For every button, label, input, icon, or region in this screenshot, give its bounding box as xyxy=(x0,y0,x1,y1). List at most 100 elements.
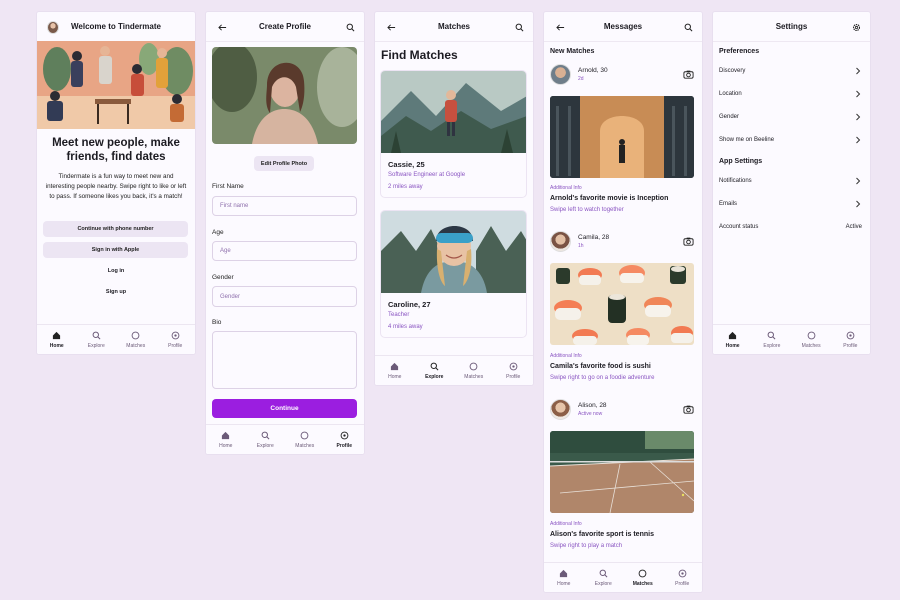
back-arrow-icon[interactable] xyxy=(554,21,566,33)
nav-matches[interactable]: Matches xyxy=(121,331,151,349)
camera-icon[interactable] xyxy=(683,404,694,415)
nav-profile[interactable]: Profile xyxy=(160,331,190,349)
bottom-nav: Home Explore Matches Profile xyxy=(375,355,533,385)
match-distance: 2 miles away xyxy=(388,184,423,190)
account-status-value: Active xyxy=(845,224,862,230)
gear-icon[interactable] xyxy=(850,21,862,33)
nav-explore[interactable]: Explore xyxy=(81,331,111,349)
camera-icon[interactable] xyxy=(683,236,694,247)
match-card[interactable]: Cassie, 25 Software Engineer at Google 2… xyxy=(380,70,527,198)
nav-home[interactable]: Home xyxy=(380,362,410,380)
avatar xyxy=(550,399,571,420)
search-icon[interactable] xyxy=(344,21,356,33)
gender-label: Gender xyxy=(212,274,234,281)
app-settings-heading: App Settings xyxy=(719,158,763,165)
search-icon[interactable] xyxy=(513,21,525,33)
match-card[interactable]: Caroline, 27 Teacher 4 miles away xyxy=(380,210,527,338)
setting-emails[interactable]: Emails xyxy=(719,198,862,210)
nav-matches[interactable]: Matches xyxy=(796,331,826,349)
profile-icon xyxy=(678,569,687,577)
page-title: Settings xyxy=(775,22,808,31)
nav-explore[interactable]: Explore xyxy=(419,362,449,380)
setting-location[interactable]: Location xyxy=(719,88,862,100)
additional-info-label: Additional Info xyxy=(550,353,582,359)
match-name: Cassie, 25 xyxy=(388,160,425,169)
log-in-link[interactable]: Log in xyxy=(37,268,195,274)
continue-phone-button[interactable]: Continue with phone number xyxy=(43,221,188,237)
match-job: Teacher xyxy=(388,312,410,318)
nav-home[interactable]: Home xyxy=(549,569,579,587)
chevron-right-icon xyxy=(856,136,861,144)
setting-discovery[interactable]: Discovery xyxy=(719,65,862,77)
preferences-heading: Preferences xyxy=(719,48,760,55)
search-icon[interactable] xyxy=(682,21,694,33)
nav-explore[interactable]: Explore xyxy=(757,331,787,349)
create-profile-screen: Create Profile Edit Profile Photo First … xyxy=(206,12,364,454)
continue-button[interactable]: Continue xyxy=(212,399,357,418)
settings-header: Settings xyxy=(713,12,870,42)
nav-home[interactable]: Home xyxy=(42,331,72,349)
bottom-nav: Home Explore Matches Profile xyxy=(37,324,195,354)
nav-explore[interactable]: Explore xyxy=(588,569,618,587)
welcome-illustration xyxy=(37,41,195,129)
chat-icon xyxy=(300,431,309,439)
message-name: Alison, 28 xyxy=(578,402,607,409)
age-label: Age xyxy=(212,229,224,236)
sign-up-link[interactable]: Sign up xyxy=(37,289,195,295)
message-subtitle: Swipe right to go on a foodie adventure xyxy=(550,375,655,381)
bottom-nav: Home Explore Matches Profile xyxy=(206,424,364,454)
message-header[interactable]: Arnold, 30 2d xyxy=(550,64,694,86)
message-header[interactable]: Alison, 28 Active now xyxy=(550,399,694,421)
profile-icon xyxy=(509,362,518,370)
new-matches-heading: New Matches xyxy=(550,48,595,55)
nav-explore[interactable]: Explore xyxy=(250,431,280,449)
nav-matches[interactable]: Matches xyxy=(459,362,489,380)
message-title: Camila's favorite food is sushi xyxy=(550,363,651,370)
back-arrow-icon[interactable] xyxy=(216,21,228,33)
home-icon xyxy=(560,569,568,577)
search-icon xyxy=(92,331,101,339)
bottom-nav: Home Explore Matches Profile xyxy=(713,324,870,354)
match-photo xyxy=(381,71,526,153)
nav-profile[interactable]: Profile xyxy=(498,362,528,380)
chat-icon xyxy=(131,331,140,339)
nav-home[interactable]: Home xyxy=(211,431,241,449)
bio-field[interactable] xyxy=(212,331,357,389)
message-title: Arnold's favorite movie is Inception xyxy=(550,195,669,202)
setting-gender[interactable]: Gender xyxy=(719,111,862,123)
chevron-right-icon xyxy=(856,200,861,208)
chat-icon xyxy=(638,569,647,577)
additional-info-label: Additional Info xyxy=(550,185,582,191)
profile-icon xyxy=(846,331,855,339)
nav-profile[interactable]: Profile xyxy=(329,431,359,449)
camera-icon[interactable] xyxy=(683,69,694,80)
message-subtitle: Swipe left to watch together xyxy=(550,207,624,213)
edit-profile-photo-button[interactable]: Edit Profile Photo xyxy=(254,156,314,171)
matches-screen: Matches Find Matches Cassie, 25 Software… xyxy=(375,12,533,385)
welcome-headline: Meet new people, make friends, find date… xyxy=(52,137,180,163)
chevron-right-icon xyxy=(856,177,861,185)
nav-matches[interactable]: Matches xyxy=(290,431,320,449)
profile-icon xyxy=(171,331,180,339)
create-profile-header: Create Profile xyxy=(206,12,364,42)
chevron-right-icon xyxy=(856,90,861,98)
sign-in-apple-button[interactable]: Sign in with Apple xyxy=(43,242,188,258)
search-icon xyxy=(430,362,439,370)
chevron-right-icon xyxy=(856,113,861,121)
message-header[interactable]: Camila, 28 1h xyxy=(550,231,694,253)
message-time: 1h xyxy=(578,243,584,249)
home-icon xyxy=(53,331,61,339)
find-matches-heading: Find Matches xyxy=(381,48,458,62)
nav-matches[interactable]: Matches xyxy=(628,569,658,587)
setting-show-me[interactable]: Show me on Beeline xyxy=(719,134,862,146)
nav-profile[interactable]: Profile xyxy=(835,331,865,349)
gender-field[interactable]: Gender xyxy=(212,286,357,307)
setting-notifications[interactable]: Notifications xyxy=(719,175,862,187)
back-arrow-icon[interactable] xyxy=(385,21,397,33)
message-name: Arnold, 30 xyxy=(578,67,608,74)
nav-profile[interactable]: Profile xyxy=(667,569,697,587)
first-name-field[interactable]: First name xyxy=(212,196,357,216)
age-field[interactable]: Age xyxy=(212,241,357,261)
avatar[interactable] xyxy=(47,20,59,34)
nav-home[interactable]: Home xyxy=(718,331,748,349)
